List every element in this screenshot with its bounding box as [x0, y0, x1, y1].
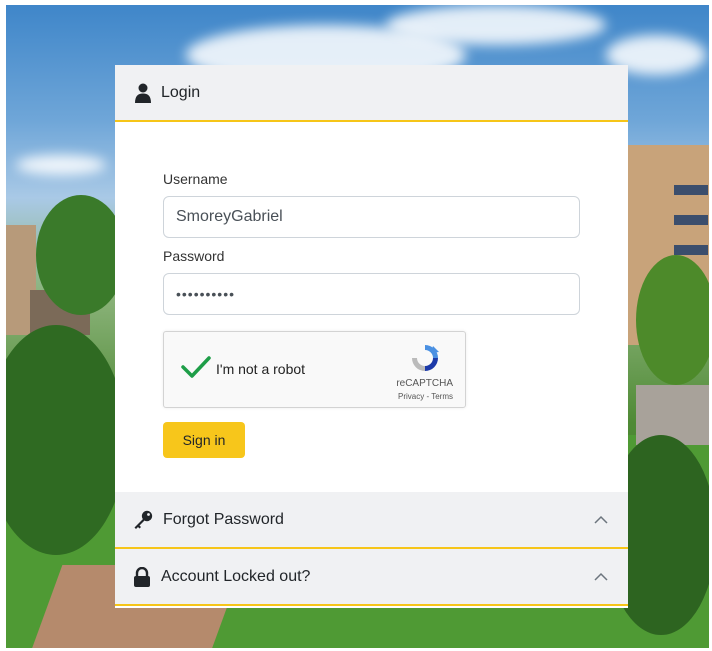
user-icon [135, 83, 151, 103]
recaptcha-widget[interactable]: I'm not a robot reCAPTCHA Privacy - Term… [163, 331, 466, 408]
username-label: Username [163, 171, 228, 187]
chevron-up-icon[interactable] [592, 568, 610, 586]
recaptcha-brand: reCAPTCHA [396, 378, 453, 389]
forgot-password-label: Forgot Password [163, 510, 284, 528]
password-label: Password [163, 248, 225, 264]
key-icon [134, 510, 153, 529]
forgot-password-section[interactable]: Forgot Password [115, 492, 628, 549]
sign-in-button[interactable]: Sign in [163, 422, 245, 458]
recaptcha-links[interactable]: Privacy - Terms [398, 392, 453, 401]
lock-icon [134, 566, 150, 587]
recaptcha-label: I'm not a robot [216, 361, 306, 377]
account-locked-label: Account Locked out? [161, 567, 311, 585]
account-locked-section[interactable]: Account Locked out? [115, 549, 628, 606]
login-form: Username SmoreyGabriel Password ••••••••… [115, 122, 628, 492]
username-input[interactable]: SmoreyGabriel [163, 196, 580, 238]
login-header: Login [115, 65, 628, 122]
login-title: Login [161, 83, 201, 101]
password-input[interactable]: •••••••••• [163, 273, 580, 315]
login-panel: Login Username SmoreyGabriel Password ••… [115, 65, 628, 608]
chevron-up-icon[interactable] [592, 511, 610, 529]
checkmark-icon[interactable] [181, 355, 211, 379]
recaptcha-logo-icon [412, 345, 439, 371]
